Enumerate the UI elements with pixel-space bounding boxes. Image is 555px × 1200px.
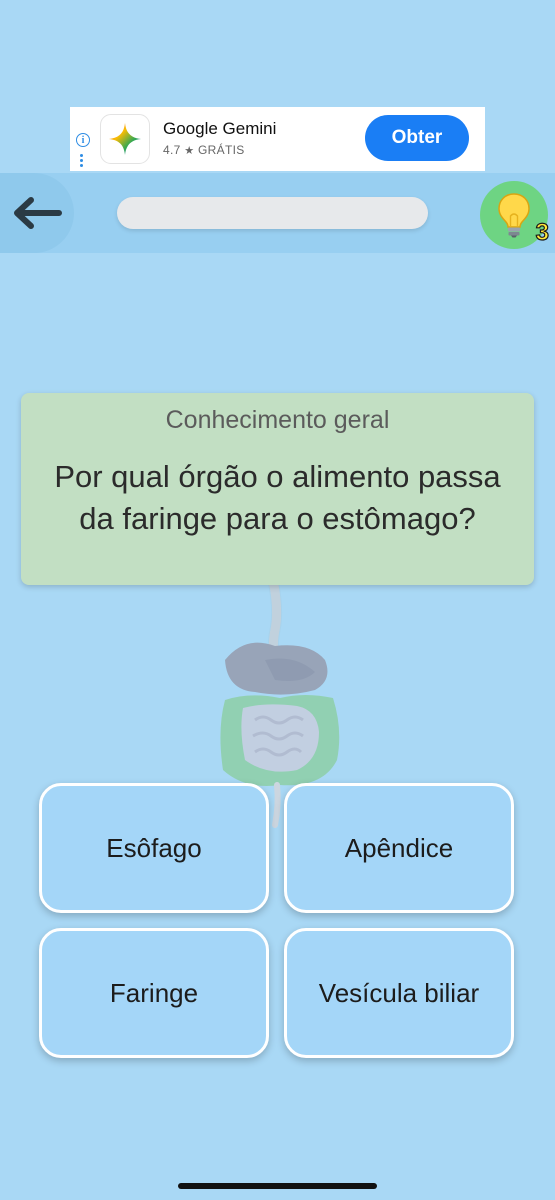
- progress-bar: [117, 197, 428, 229]
- info-icon[interactable]: i: [76, 133, 90, 147]
- ad-price: GRÁTIS: [198, 143, 245, 157]
- answer-button-2[interactable]: Apêndice: [284, 783, 514, 913]
- ad-meta: 4.7 ★ GRÁTIS: [163, 143, 245, 157]
- question-card: Conhecimento geral Por qual órgão o alim…: [21, 393, 534, 585]
- get-app-button[interactable]: Obter: [365, 115, 469, 161]
- hint-button[interactable]: 3: [480, 181, 550, 249]
- ad-rating: 4.7: [163, 143, 181, 157]
- hint-count: 3: [535, 218, 550, 246]
- answer-button-3[interactable]: Faringe: [39, 928, 269, 1058]
- home-indicator[interactable]: [178, 1183, 377, 1189]
- ad-app-name: Google Gemini: [163, 119, 277, 138]
- question-text: Por qual órgão o alimento passa da farin…: [54, 459, 501, 536]
- answer-button-4[interactable]: Vesícula biliar: [284, 928, 514, 1058]
- gemini-star-icon: [100, 114, 150, 164]
- star-icon: ★: [184, 145, 195, 157]
- game-toolbar: 3: [0, 173, 555, 253]
- lightbulb-icon: [498, 193, 530, 238]
- back-button[interactable]: [0, 173, 74, 253]
- question-category: Conhecimento geral: [165, 406, 390, 434]
- more-dots-icon[interactable]: [80, 154, 84, 169]
- answer-button-1[interactable]: Esôfago: [39, 783, 269, 913]
- arrow-left-icon: [14, 197, 62, 229]
- ad-banner[interactable]: i Google Gemini 4.7 ★ GRÁTIS Obter: [70, 107, 485, 171]
